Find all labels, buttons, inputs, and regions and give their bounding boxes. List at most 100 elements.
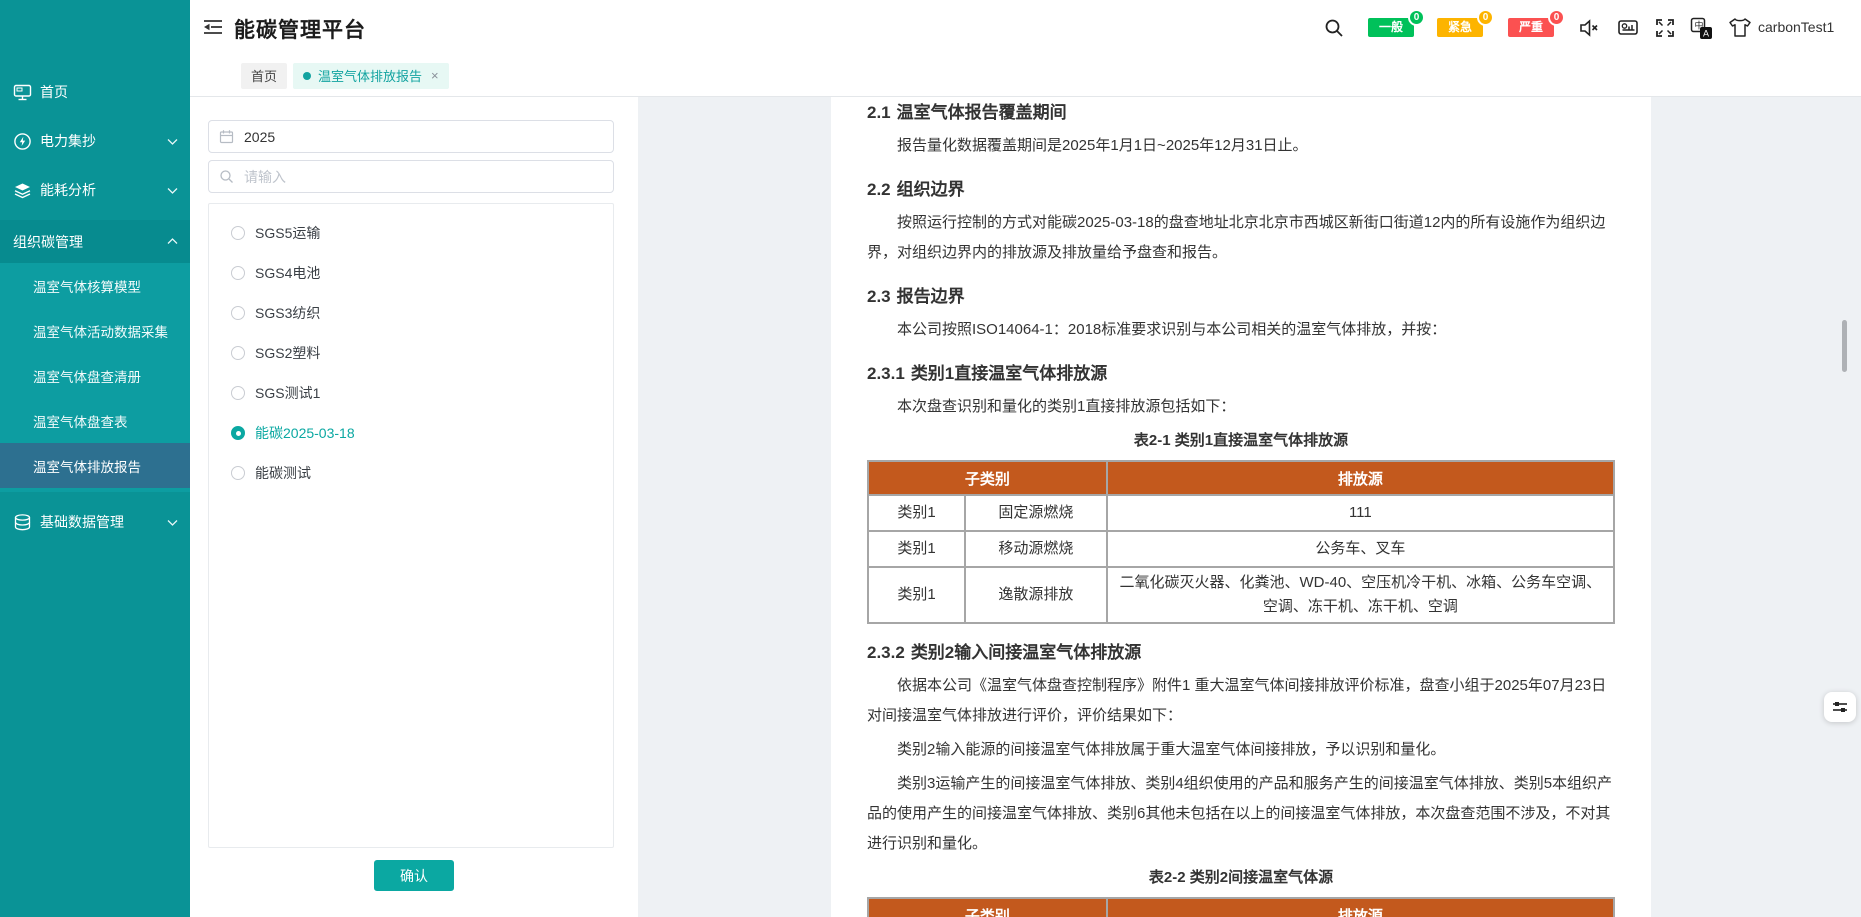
sidebar-item-ghg-activity-data[interactable]: 温室气体活动数据采集 (0, 308, 190, 353)
home-monitor-icon (13, 83, 32, 102)
sidebar-item-label: 能耗分析 (40, 180, 167, 200)
report-option-label: 能碳测试 (255, 463, 311, 483)
radio-icon (231, 386, 245, 400)
report-option[interactable]: SGS3纺织 (209, 293, 613, 333)
table-row: 类别1 移动源燃烧 公务车、叉车 (868, 531, 1614, 567)
report-option[interactable]: SGS5运输 (209, 213, 613, 253)
year-input[interactable] (242, 128, 603, 146)
doc-heading-2-3: 2.3报告边界 (867, 285, 1615, 309)
alarm-count-badge: 0 (1548, 9, 1565, 26)
table-header-cell: 排放源 (1107, 461, 1614, 495)
table-header-row: 子类别 排放源 (868, 461, 1614, 495)
heading-number: 2.3.2 (867, 643, 905, 662)
search-input[interactable] (242, 168, 603, 186)
sidebar-item-label: 基础数据管理 (40, 512, 167, 532)
translate-icon[interactable]: 中A (1690, 17, 1712, 39)
report-option-label: SGS3纺织 (255, 303, 320, 323)
sidebar-item-label: 首页 (40, 82, 178, 102)
sidebar-item-home[interactable]: 首页 (0, 72, 190, 112)
sidebar-collapse-icon[interactable] (202, 18, 224, 36)
page-scrollbar-thumb[interactable] (1842, 320, 1847, 372)
table-header-cell: 子类别 (868, 898, 1107, 917)
report-option[interactable]: 能碳测试 (209, 453, 613, 493)
table-2-2: 子类别 排放源 (867, 897, 1615, 917)
chevron-down-icon (167, 186, 178, 195)
sidebar-item-ghg-accounting-model[interactable]: 温室气体核算模型 (0, 263, 190, 308)
tshirt-icon[interactable] (1728, 17, 1750, 39)
sidebar-item-ghg-inventory-list[interactable]: 温室气体盘查清册 (0, 353, 190, 398)
alarm-badge-label: 一般 (1379, 20, 1403, 34)
table-caption: 表2-2 类别2间接温室气体源 (867, 863, 1615, 893)
search-box[interactable] (208, 160, 614, 193)
table-cell: 二氧化碳灭火器、化粪池、WD-40、空压机冷干机、冰箱、公务车空调、空调、冻干机… (1107, 567, 1614, 623)
radio-icon (231, 306, 245, 320)
database-icon (13, 513, 32, 532)
table-header-cell: 子类别 (868, 461, 1107, 495)
table-row: 类别1 固定源燃烧 111 (868, 495, 1614, 531)
doc-paragraph: 类别3运输产生的间接温室气体排放、类别4组织使用的产品和服务产生的间接温室气体排… (867, 769, 1615, 859)
sidebar-item-ghg-emission-report[interactable]: 温室气体排放报告 (0, 443, 190, 488)
table-cell: 类别1 (868, 531, 965, 567)
calendar-icon (219, 129, 234, 144)
sliders-icon (1831, 699, 1849, 715)
speaker-muted-icon[interactable] (1578, 17, 1600, 39)
fullscreen-icon[interactable] (1654, 17, 1676, 39)
settings-sliders-button[interactable] (1824, 692, 1856, 722)
user-name[interactable]: carbonTest1 (1758, 19, 1834, 35)
report-option[interactable]: SGS4电池 (209, 253, 613, 293)
doc-heading-2-2: 2.2组织边界 (867, 178, 1615, 202)
radio-icon (231, 226, 245, 240)
doc-paragraph: 类别2输入能源的间接温室气体排放属于重大温室气体间接排放，予以识别和量化。 (867, 735, 1615, 765)
sidebar-group-org-carbon[interactable]: 组织碳管理 (0, 220, 190, 263)
alarm-badge-urgent[interactable]: 紧急 0 (1437, 18, 1483, 37)
tab-bar: 首页 温室气体排放报告 × (190, 55, 1861, 97)
doc-heading-2-1: 2.1温室气体报告覆盖期间 (867, 101, 1615, 125)
report-option-label: SGS测试1 (255, 383, 320, 403)
app-title: 能碳管理平台 (234, 14, 366, 44)
doc-paragraph: 本公司按照ISO14064-1：2018标准要求识别与本公司相关的温室气体排放，… (867, 315, 1615, 345)
sidebar-submenu-org-carbon: 温室气体核算模型 温室气体活动数据采集 温室气体盘查清册 温室气体盘查表 温室气… (0, 263, 190, 492)
tab-home[interactable]: 首页 (241, 63, 287, 89)
alarm-count-badge: 0 (1477, 9, 1494, 26)
tab-label: 温室气体排放报告 (318, 66, 422, 85)
doc-heading-2-3-1: 2.3.1 类别1直接温室气体排放源 (867, 362, 1615, 386)
sidebar-item-ghg-inventory-table[interactable]: 温室气体盘查表 (0, 398, 190, 443)
sidebar-item-base-data[interactable]: 基础数据管理 (0, 502, 190, 542)
radio-icon (231, 346, 245, 360)
power-meter-icon (13, 132, 32, 151)
report-option[interactable]: SGS2塑料 (209, 333, 613, 373)
table-header-cell: 排放源 (1107, 898, 1614, 917)
search-icon[interactable] (1323, 17, 1345, 39)
heading-title: 组织边界 (897, 180, 965, 199)
report-option-selected[interactable]: 能碳2025-03-18 (209, 413, 613, 453)
active-tab-dot (303, 72, 311, 80)
close-icon[interactable]: × (431, 69, 439, 82)
heading-number: 2.1 (867, 103, 891, 122)
alarm-badge-general[interactable]: 一般 0 (1368, 18, 1414, 37)
year-picker[interactable] (208, 120, 614, 153)
monitor-chart-icon[interactable] (1617, 17, 1639, 39)
sidebar-item-label: 电力集抄 (40, 131, 167, 151)
doc-paragraph: 依据本公司《温室气体盘查控制程序》附件1 重大温室气体间接排放评价标准，盘查小组… (867, 671, 1615, 731)
confirm-button[interactable]: 确认 (374, 860, 454, 891)
heading-number: 2.3 (867, 287, 891, 306)
report-document-content: 2.1温室气体报告覆盖期间 报告量化数据覆盖期间是2025年1月1日~2025年… (831, 101, 1651, 917)
doc-paragraph: 按照运行控制的方式对能碳2025-03-18的盘查地址北京北京市西城区新街口街道… (867, 208, 1615, 268)
report-option[interactable]: SGS测试1 (209, 373, 613, 413)
alarm-count-badge: 0 (1408, 9, 1425, 26)
radio-selected-icon (231, 426, 245, 440)
table-cell: 逸散源排放 (965, 567, 1107, 623)
alarm-badge-critical[interactable]: 严重 0 (1508, 18, 1554, 37)
sidebar-item-power-meter[interactable]: 电力集抄 (0, 121, 190, 161)
heading-number: 2.3.1 (867, 364, 905, 383)
report-option-label: 能碳2025-03-18 (255, 423, 355, 443)
table-cell: 移动源燃烧 (965, 531, 1107, 567)
report-selector-panel: SGS5运输 SGS4电池 SGS3纺织 SGS2塑料 SGS测试1 能碳202… (190, 97, 638, 917)
table-caption: 表2-1 类别1直接温室气体排放源 (867, 426, 1615, 456)
report-option-label: SGS4电池 (255, 263, 320, 283)
heading-title: 类别1直接温室气体排放源 (911, 364, 1107, 383)
tab-ghg-emission-report[interactable]: 温室气体排放报告 × (293, 63, 449, 89)
chevron-up-icon (167, 237, 178, 246)
sidebar-item-energy-analysis[interactable]: 能耗分析 (0, 170, 190, 210)
report-document-page[interactable]: 2.1温室气体报告覆盖期间 报告量化数据覆盖期间是2025年1月1日~2025年… (831, 97, 1651, 917)
